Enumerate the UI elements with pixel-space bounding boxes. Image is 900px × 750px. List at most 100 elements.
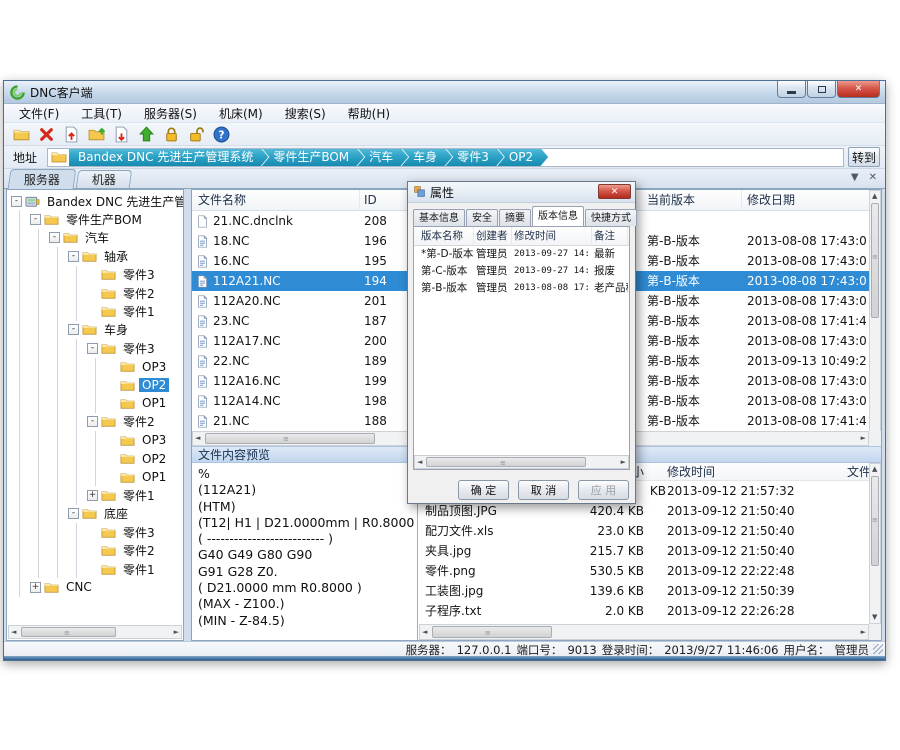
tree-node[interactable]: OP2 [7,376,183,394]
tree-label[interactable]: 零件1 [120,303,158,320]
tree-label[interactable]: 零件1 [120,487,158,504]
tree-label[interactable]: 底座 [101,505,131,522]
tree-expander-minus-icon[interactable]: - [49,232,60,243]
tree-label[interactable]: CNC [63,580,95,594]
tree-expander-minus-icon[interactable]: - [11,196,22,207]
attachment-name[interactable]: 制品顶图.JPG [425,501,537,521]
menu-item-0[interactable]: 文件(F) [8,104,70,123]
tree-label[interactable]: 车身 [101,321,131,338]
breadcrumb-segment-3[interactable]: 车身 [401,148,452,167]
column-header-version-name[interactable]: 版本名称 [421,227,474,246]
view-tab-1[interactable]: 机器 [76,170,133,188]
tree-node[interactable]: OP3 [7,431,183,449]
tree-node[interactable]: 零件3 [7,523,183,541]
file-name-cell[interactable]: 23.NC [196,311,360,331]
file-name-cell[interactable]: 22.NC [196,351,360,371]
dialog-tab-2[interactable]: 摘要 [499,209,531,226]
tree-label[interactable]: OP3 [139,433,169,447]
tree-node[interactable]: 零件2 [7,284,183,302]
tree-expander-minus-icon[interactable]: - [87,343,98,354]
tree-label[interactable]: OP3 [139,360,169,374]
tree-expander-plus-icon[interactable]: + [30,582,41,593]
lock-icon[interactable] [162,125,181,144]
file-name-cell[interactable]: 16.NC [196,251,360,271]
tree-label[interactable]: 汽车 [82,229,112,246]
menu-item-4[interactable]: 搜索(S) [274,104,337,123]
file-name-cell[interactable]: 112A14.NC [196,391,360,411]
attachment-name[interactable]: 工装图.jpg [425,581,537,601]
column-header-modified[interactable]: 修改时间 [667,463,842,481]
tree-node[interactable]: -零件生产BOM [7,210,183,228]
check-out-file-icon[interactable] [112,125,131,144]
tree-label[interactable]: 零件3 [120,524,158,541]
tree-node[interactable]: + CNC [7,578,183,596]
address-box[interactable]: Bandex DNC 先进生产管理系统零件生产BOM汽车车身零件3OP2 [47,148,844,167]
tree-node[interactable]: - Bandex DNC 先进生产管理系统 [7,192,183,210]
breadcrumb-segment-1[interactable]: 零件生产BOM [261,148,364,167]
list-vertical-scrollbar[interactable]: ▲ ▼ ≡ [869,190,881,446]
breadcrumb-segment-2[interactable]: 汽车 [357,148,408,167]
upload-icon[interactable] [137,125,156,144]
tree-label[interactable]: 零件2 [120,542,158,559]
attachment-row[interactable]: 工装图.jpg139.6 KB2013-09-12 21:50:39 [419,581,869,601]
column-header-remark[interactable]: 备注 [594,227,628,246]
tree-node[interactable]: 零件2 [7,541,183,559]
attachment-name[interactable]: 子程序.txt [425,601,537,621]
tree-node[interactable]: OP1 [7,468,183,486]
minimize-button[interactable] [777,81,806,98]
file-name-cell[interactable]: 21.NC [196,411,360,431]
column-header-version[interactable]: 当前版本 [643,190,742,211]
file-name-cell[interactable]: 112A17.NC [196,331,360,351]
tree-node[interactable]: 零件3 [7,266,183,284]
dialog-tab-4[interactable]: 快捷方式 [585,209,637,226]
tree-expander-minus-icon[interactable]: - [87,416,98,427]
tree-label[interactable]: 零件2 [120,413,158,430]
tree-label[interactable]: OP2 [139,452,169,466]
breadcrumb-segment-5[interactable]: OP2 [497,148,548,167]
tree-node[interactable]: -零件3 [7,339,183,357]
file-name-cell[interactable]: 112A16.NC [196,371,360,391]
attachment-row[interactable]: 配刀文件.xls23.0 KB2013-09-12 21:50:40 [419,521,869,541]
tree-horizontal-scrollbar[interactable]: ◄ ► ≡ [8,625,182,639]
unlock-icon[interactable] [187,125,206,144]
menu-item-2[interactable]: 服务器(S) [133,104,208,123]
tree-node[interactable]: - 汽车 [7,229,183,247]
tree-node[interactable]: - 底座 [7,505,183,523]
tree-label[interactable]: OP1 [139,470,169,484]
chevron-down-icon[interactable]: ▼ [851,172,859,183]
new-file-icon[interactable] [12,125,31,144]
version-row[interactable]: 第-C-版本管理员2013-09-27 14:...报废 [414,263,629,280]
attachment-row[interactable]: 制品顶图.JPG420.4 KB2013-09-12 21:50:40 [419,501,869,521]
tree-expander-minus-icon[interactable]: - [68,251,79,262]
file-name-cell[interactable]: 112A21.NC [196,271,360,291]
title-bar[interactable]: DNC客户端 ✕ [4,81,885,104]
tree-node[interactable]: +零件1 [7,486,183,504]
menu-item-1[interactable]: 工具(T) [70,104,133,123]
version-row[interactable]: *第-D-版本管理员2013-09-27 14:...最新 [414,246,629,263]
resize-grip[interactable] [873,644,883,654]
ok-button[interactable]: 确 定 [458,480,509,500]
attachment-name[interactable]: 零件.png [425,561,537,581]
tree-label[interactable]: 零件2 [120,285,158,302]
tree-expander-minus-icon[interactable]: - [68,508,79,519]
dialog-tab-1[interactable]: 安全 [466,209,498,226]
view-tab-0[interactable]: 服务器 [8,169,77,189]
dialog-title-bar[interactable]: 属性 ✕ [408,182,635,203]
column-header-modified-time[interactable]: 修改时间 [514,227,592,246]
cancel-button[interactable]: 取 消 [518,480,569,500]
column-header-creator[interactable]: 创建者 [476,227,512,246]
tree-node[interactable]: -车身 [7,321,183,339]
close-button[interactable]: ✕ [837,81,880,98]
file-name-cell[interactable]: 112A20.NC [196,291,360,311]
attachment-name[interactable]: 夹具.jpg [425,541,537,561]
menu-item-3[interactable]: 机床(M) [208,104,274,123]
tree-label[interactable]: OP1 [139,396,169,410]
column-header-name[interactable]: 文件名称 [194,190,360,211]
delete-icon[interactable] [37,125,56,144]
tree-label[interactable]: Bandex DNC 先进生产管理系统 [44,193,183,210]
tree-label[interactable]: 零件3 [120,266,158,283]
dialog-close-button[interactable]: ✕ [598,184,631,199]
attachment-row[interactable]: 子程序.txt2.0 KB2013-09-12 22:26:28 [419,601,869,621]
tree-label[interactable]: 轴承 [101,248,131,265]
tree-node[interactable]: - 零件2 [7,413,183,431]
